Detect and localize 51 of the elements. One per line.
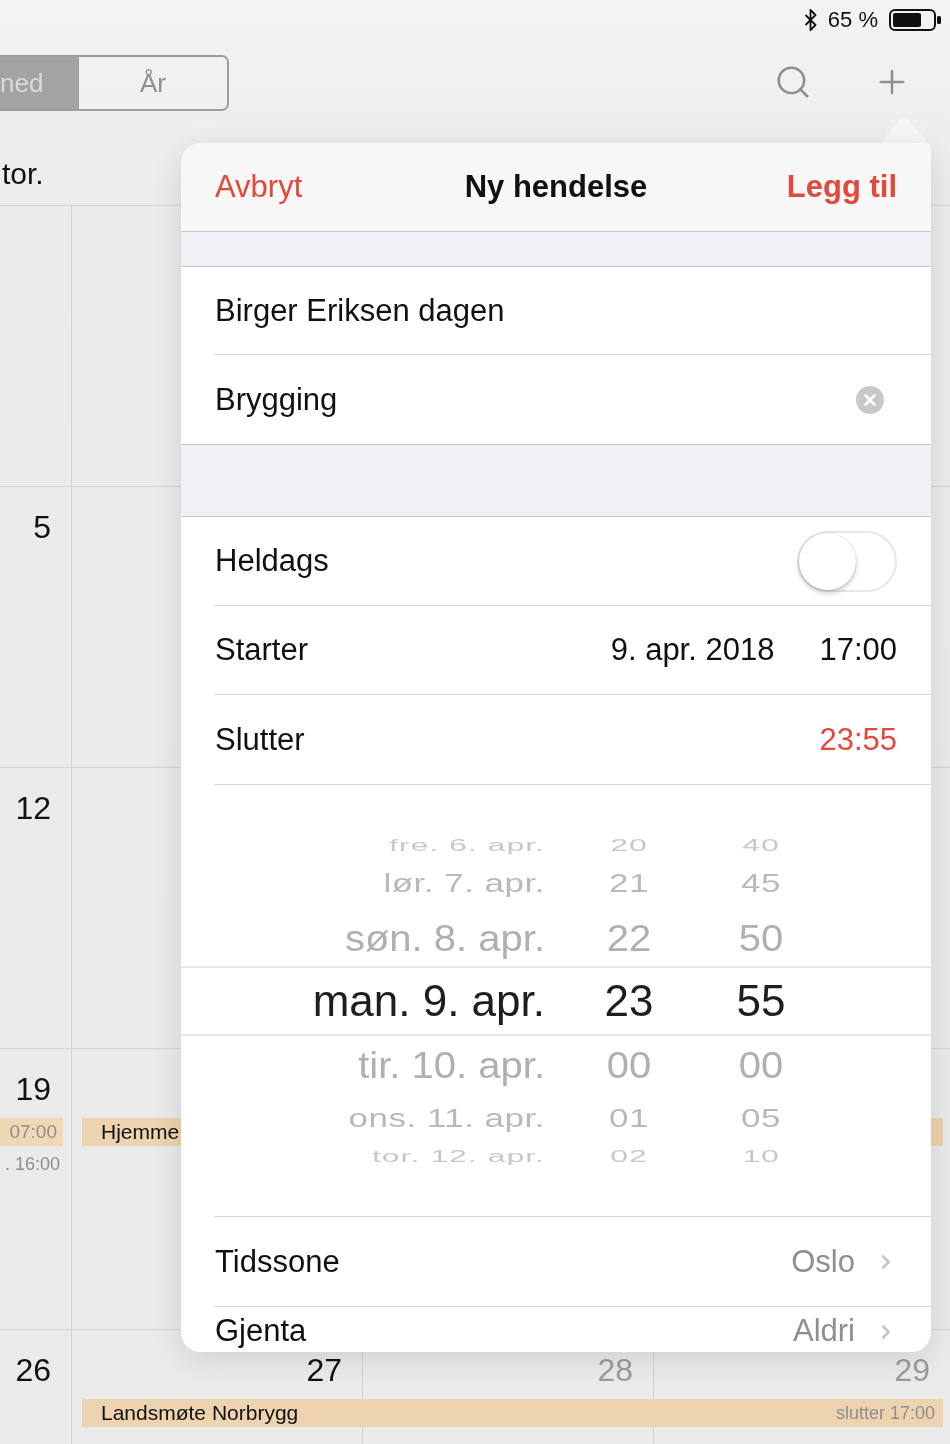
event-title: Landsmøte Norbrygg	[101, 1401, 299, 1425]
time-value[interactable]: 17:00	[819, 632, 897, 668]
date-number[interactable]: 5	[33, 509, 51, 545]
picker-item[interactable]: 45	[741, 868, 781, 899]
text-field[interactable]: Birger Eriksen dagen	[214, 267, 931, 355]
toggle-switch[interactable]	[797, 530, 897, 592]
picker-item[interactable]: søn. 8. apr.	[344, 916, 545, 959]
text-field[interactable]: Brygging	[214, 355, 931, 444]
date-number[interactable]: 27	[306, 1352, 342, 1388]
event-end-time: slutter 17:00	[835, 1402, 935, 1424]
picker-item[interactable]: 01	[609, 1103, 649, 1134]
picker-item[interactable]: 22	[606, 916, 652, 959]
clear-icon[interactable]	[856, 385, 884, 414]
cancel-button[interactable]: Avbryt	[215, 169, 303, 205]
setting-label: Slutter	[215, 721, 305, 758]
picker-item[interactable]: 05	[741, 1103, 781, 1134]
date-value[interactable]: 9. apr. 2018	[610, 632, 775, 668]
bluetooth-icon	[803, 9, 817, 31]
picker-item[interactable]: 23	[604, 975, 654, 1027]
event-title: Hjemme	[101, 1120, 180, 1144]
setting-label: Gjenta	[215, 1313, 307, 1349]
setting-label: Starter	[215, 632, 309, 668]
popover-title: Ny hendelse	[464, 169, 648, 205]
setting-value[interactable]: Oslo	[791, 1243, 855, 1280]
event-bar[interactable]: Landsmøte Norbrygg slutter 17:00	[82, 1399, 943, 1427]
picker-item[interactable]: 00	[738, 1043, 784, 1086]
event-bar[interactable]: 07:00	[0, 1118, 63, 1146]
picker-item[interactable]: 50	[738, 916, 784, 959]
date-number[interactable]: 19	[15, 1071, 51, 1107]
date-number[interactable]: 29	[894, 1352, 930, 1388]
date-number[interactable]: 28	[597, 1352, 633, 1388]
add-button[interactable]: Legg til	[786, 169, 897, 205]
picker-item[interactable]: ons. 11. apr.	[348, 1103, 545, 1134]
setting-value[interactable]: Aldri	[793, 1313, 855, 1349]
picker-item[interactable]: 00	[606, 1043, 652, 1086]
time-value[interactable]: 23:55	[819, 721, 897, 758]
picker-item[interactable]: lør. 7. apr.	[383, 868, 545, 899]
picker-item[interactable]: 55	[736, 975, 786, 1027]
date-number[interactable]: 26	[15, 1352, 51, 1388]
weekday-label: tor.	[2, 157, 44, 191]
battery-icon	[889, 9, 941, 31]
setting-label: Tidssone	[215, 1243, 340, 1280]
view-tab[interactable]: År	[78, 57, 227, 109]
setting-label: Heldags	[215, 543, 329, 579]
picker-item[interactable]: 21	[609, 868, 649, 899]
picker-item[interactable]: man. 9. apr.	[312, 975, 545, 1027]
event-time: . 16:00	[4, 1154, 60, 1175]
battery-percentage: 65 %	[827, 7, 878, 33]
picker-item[interactable]: tir. 10. apr.	[358, 1043, 545, 1086]
date-number[interactable]: 12	[15, 790, 51, 826]
event-time: 07:00	[9, 1121, 57, 1143]
